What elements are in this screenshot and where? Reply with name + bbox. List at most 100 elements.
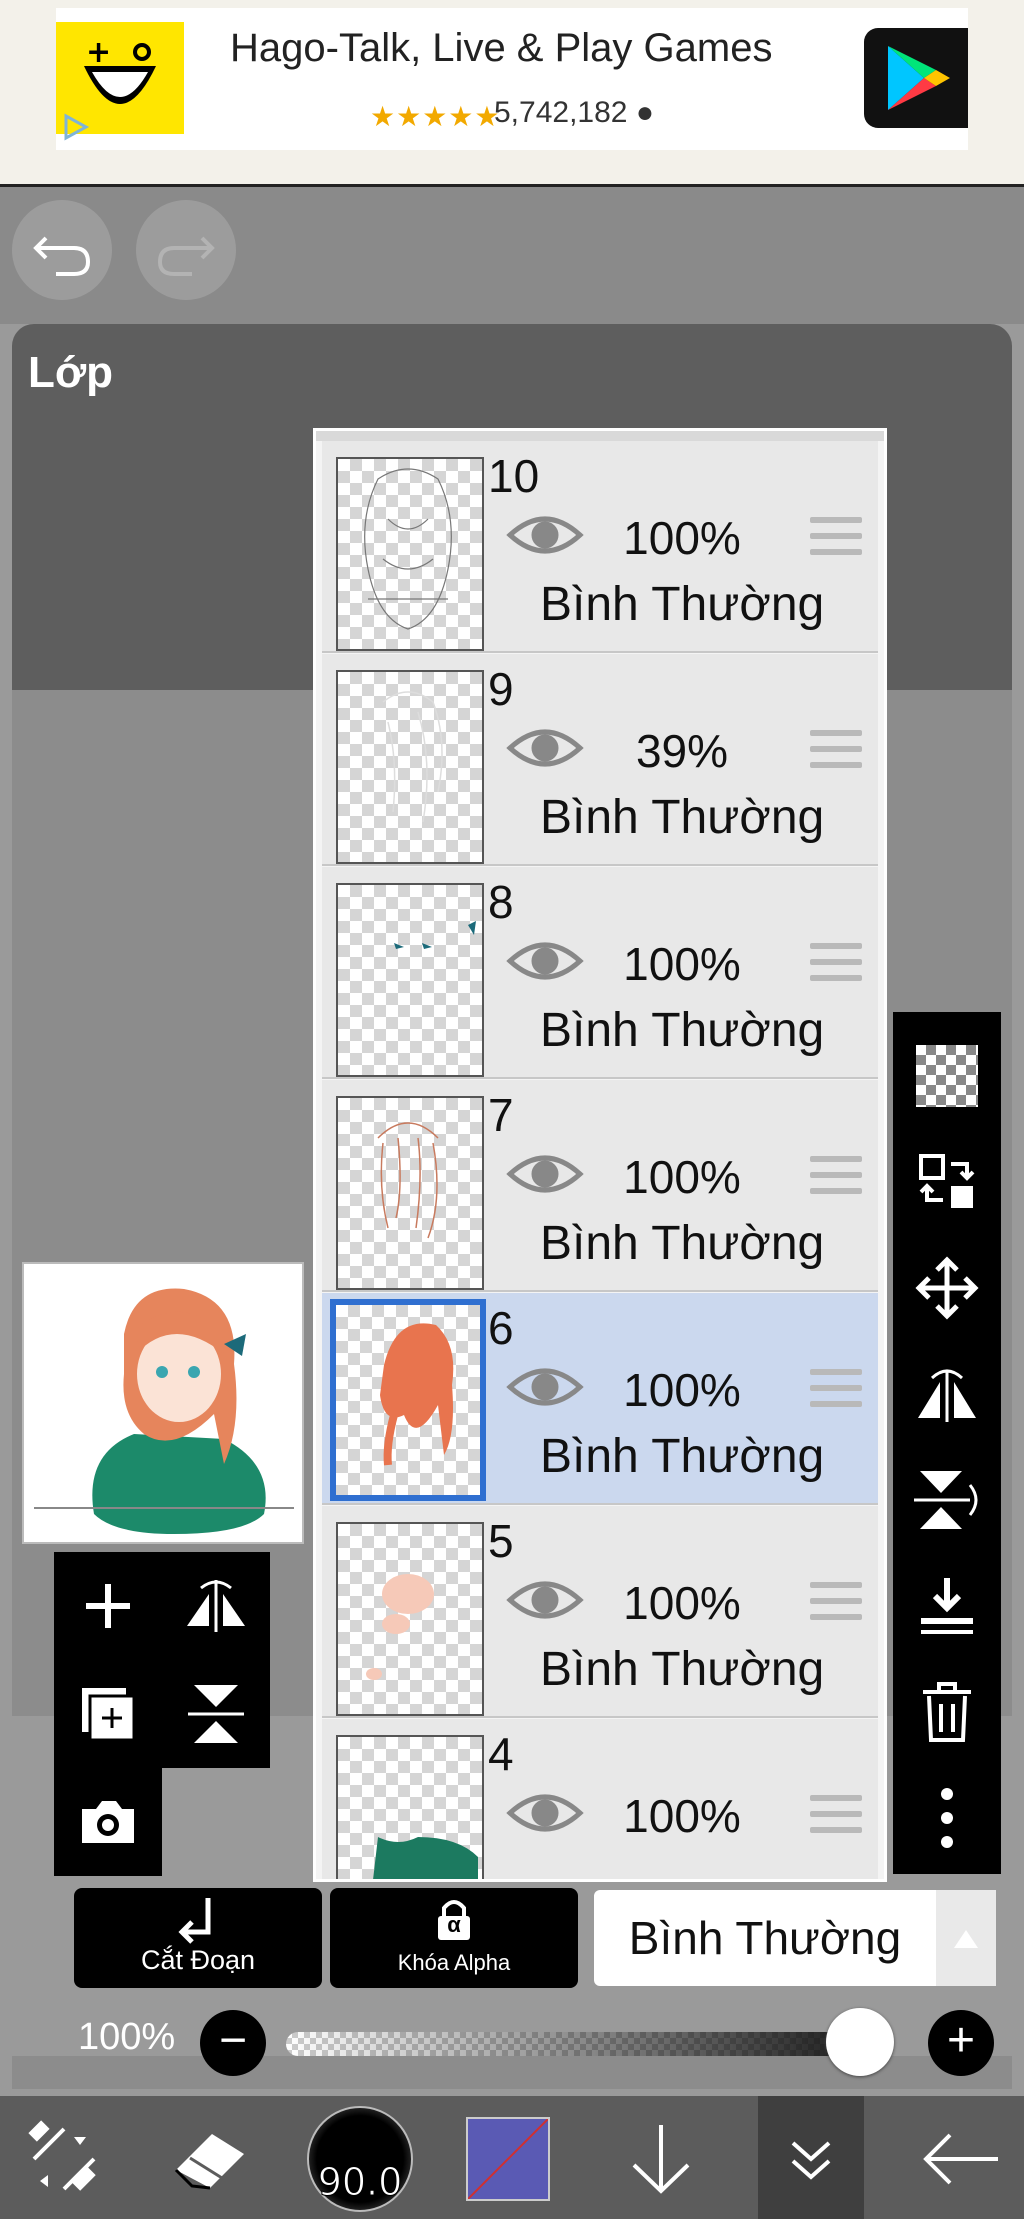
drag-handle-icon[interactable]: [810, 1156, 862, 1202]
google-play-icon[interactable]: [864, 28, 968, 128]
clipping-button[interactable]: Cắt Đoạn: [74, 1888, 322, 1988]
drag-handle-icon[interactable]: [810, 1795, 862, 1841]
ad-rating-stars: ★★★★★: [370, 101, 501, 132]
trash-icon: [923, 1682, 971, 1742]
eraser-icon: [174, 2134, 244, 2190]
layer-down-button[interactable]: [616, 2104, 706, 2214]
ad-review-number: 5,742,182: [494, 96, 628, 129]
layer-row[interactable]: 4 100%: [322, 1719, 878, 1879]
color-picker-button[interactable]: [466, 2104, 550, 2214]
delete-layer-button[interactable]: [893, 1662, 1001, 1762]
layer-blend-mode[interactable]: Bình Thường: [540, 1642, 824, 1697]
add-layer-button[interactable]: [54, 1552, 162, 1660]
layer-thumbnail[interactable]: [336, 1522, 484, 1716]
eye-icon[interactable]: [506, 509, 584, 561]
layer-row[interactable]: 6 100% Bình Thường: [322, 1293, 878, 1505]
merge-down-icon: [921, 1578, 973, 1634]
double-chevron-down-icon: [791, 2141, 831, 2180]
svg-text:+: +: [86, 35, 111, 70]
layer-blend-mode[interactable]: Bình Thường: [540, 1216, 824, 1271]
layer-row[interactable]: 10 100% Bình Thường: [322, 441, 878, 653]
ad-title[interactable]: Hago-Talk, Live & Play Games: [230, 26, 772, 71]
canvas-preview[interactable]: [22, 1262, 304, 1544]
person-icon: ●: [635, 96, 654, 129]
layer-row[interactable]: 5 100% Bình Thường: [322, 1506, 878, 1718]
opacity-increase-button[interactable]: +: [928, 2010, 994, 2076]
layer-blend-mode[interactable]: Bình Thường: [540, 790, 824, 845]
flip-vertical-button[interactable]: [162, 1660, 270, 1768]
layer-opacity[interactable]: 100%: [622, 1789, 742, 1843]
layer-blend-mode[interactable]: Bình Thường: [540, 1003, 824, 1058]
drag-handle-icon[interactable]: [810, 517, 862, 563]
alpha-lock-button[interactable]: α Khóa Alpha: [330, 1888, 578, 1988]
artwork-preview-image: [24, 1264, 302, 1542]
move-button[interactable]: [893, 1238, 1001, 1338]
opacity-slider-track[interactable]: [286, 2032, 890, 2056]
layer-thumbnail[interactable]: [336, 457, 484, 651]
arrow-down-icon: [632, 2125, 690, 2194]
drag-handle-icon[interactable]: [810, 1369, 862, 1415]
layer-thumbnail[interactable]: [336, 1735, 484, 1879]
drag-handle-icon[interactable]: [810, 943, 862, 989]
camera-button[interactable]: [54, 1768, 162, 1876]
layer-name: 7: [488, 1089, 514, 1141]
eye-icon[interactable]: [506, 1574, 584, 1626]
opacity-decrease-button[interactable]: −: [200, 2010, 266, 2076]
layer-list[interactable]: 10 100% Bình Thường 9 39% Bình Thường 8 100% Bìn…: [313, 428, 887, 1882]
transparency-button[interactable]: [893, 1026, 1001, 1126]
layer-thumbnail[interactable]: [330, 1299, 486, 1501]
flip-vertical-icon: [914, 1471, 978, 1529]
eye-icon[interactable]: [506, 935, 584, 987]
clipping-label: Cắt Đoạn: [140, 1945, 256, 1975]
duplicate-layer-button[interactable]: [54, 1660, 162, 1768]
layer-row[interactable]: 9 39% Bình Thường: [322, 654, 878, 866]
move-arrows-icon: [915, 1256, 979, 1320]
drag-handle-icon[interactable]: [810, 730, 862, 776]
redo-button[interactable]: [136, 200, 236, 300]
blend-mode-select[interactable]: Bình Thường: [594, 1890, 936, 1986]
opacity-slider-thumb[interactable]: [826, 2008, 894, 2076]
flip-horizontal-icon: [187, 1580, 245, 1632]
layer-opacity[interactable]: 100%: [622, 511, 742, 565]
layer-thumbnail[interactable]: [336, 670, 484, 864]
triangle-up-icon: [954, 1930, 978, 1948]
eye-icon[interactable]: [506, 1787, 584, 1839]
layer-thumbnail[interactable]: [336, 883, 484, 1077]
layer-opacity[interactable]: 100%: [622, 937, 742, 991]
panel-title: Lớp: [28, 348, 114, 397]
undo-button[interactable]: [12, 200, 112, 300]
layer-name: 8: [488, 876, 514, 928]
ad-review-count: 5,742,182 ●: [494, 96, 654, 130]
swap-layers-icon: [919, 1154, 975, 1208]
eye-icon[interactable]: [506, 722, 584, 774]
merge-down-button[interactable]: [893, 1556, 1001, 1656]
layer-opacity[interactable]: 100%: [622, 1150, 742, 1204]
layer-row[interactable]: 8 100% Bình Thường: [322, 867, 878, 1079]
layer-blend-mode[interactable]: Bình Thường: [540, 1429, 824, 1484]
arrow-left-icon: [923, 2133, 998, 2185]
flip-horizontal-layer-button[interactable]: [893, 1344, 1001, 1444]
layer-opacity[interactable]: 100%: [622, 1363, 742, 1417]
more-options-button[interactable]: [893, 1768, 1001, 1868]
layer-name: 4: [488, 1728, 514, 1780]
layer-thumbnail[interactable]: [336, 1096, 484, 1290]
layer-opacity[interactable]: 39%: [622, 724, 742, 778]
ad-choices-icon[interactable]: [60, 112, 92, 142]
layer-swap-button[interactable]: [893, 1132, 1001, 1232]
layers-collapse-button[interactable]: [758, 2104, 864, 2214]
blend-mode-dropdown-button[interactable]: [936, 1890, 996, 1986]
drag-handle-icon[interactable]: [810, 1582, 862, 1628]
flip-horizontal-button[interactable]: [162, 1552, 270, 1660]
eye-icon[interactable]: [506, 1361, 584, 1413]
eye-icon[interactable]: [506, 1148, 584, 1200]
transform-tool-button[interactable]: [14, 2104, 114, 2214]
layer-blend-mode[interactable]: Bình Thường: [540, 577, 824, 632]
brush-size-button[interactable]: 90.0: [300, 2104, 420, 2214]
flip-vertical-layer-button[interactable]: [893, 1450, 1001, 1550]
eraser-tool-button[interactable]: [160, 2104, 260, 2214]
back-button[interactable]: [906, 2104, 1016, 2214]
layer-opacity[interactable]: 100%: [622, 1576, 742, 1630]
clip-arrow-icon: [178, 1898, 211, 1944]
layer-row[interactable]: 7 100% Bình Thường: [322, 1080, 878, 1292]
redo-icon: [157, 236, 215, 276]
